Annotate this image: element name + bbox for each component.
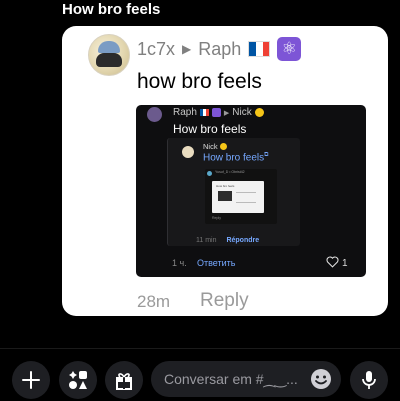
emoji-icon xyxy=(254,108,264,117)
nested-screenshot-inner: Yusuf_D • Obrist42 How bro feels Reply xyxy=(205,169,277,224)
heart-icon xyxy=(326,256,339,268)
reply-button[interactable]: Reply xyxy=(200,290,249,312)
inner-image-header: How bro feels xyxy=(216,184,235,188)
apps-icon xyxy=(69,371,87,389)
france-flag-icon xyxy=(199,109,209,116)
nested-footer: 11 min Répondre xyxy=(196,237,259,244)
voice-button[interactable] xyxy=(350,361,388,399)
nested-time: 11 min xyxy=(196,237,217,244)
add-button[interactable] xyxy=(12,361,50,399)
replied-to-name: Nick xyxy=(232,107,252,118)
nested-screenshot: Nick How bro feels⧉ Yusuf_D • Obrist42 H… xyxy=(167,138,300,246)
reaction-count: 1 xyxy=(342,258,348,269)
author-name: Raph xyxy=(173,107,197,118)
message-time: 28m xyxy=(137,292,171,311)
microphone-icon xyxy=(362,371,376,389)
france-flag-icon xyxy=(248,41,271,57)
avatar xyxy=(147,107,162,122)
page-title: How bro feels xyxy=(62,1,161,18)
avatar[interactable] xyxy=(88,34,130,76)
gift-button[interactable] xyxy=(105,361,143,399)
reply-arrow-icon: ▶ xyxy=(223,109,230,117)
author-name[interactable]: 1c7x xyxy=(137,39,175,60)
inner-header: Yusuf_D • Obrist42 xyxy=(215,170,245,174)
embedded-reply-label: Ответить xyxy=(197,258,236,268)
gift-icon xyxy=(116,373,132,390)
plus-icon xyxy=(22,371,40,389)
message-text: how bro feels xyxy=(137,70,262,93)
message-header: 1c7x ▶ Raph ⚛ xyxy=(137,37,302,61)
message-input[interactable]: Conversar em #⁔‿... xyxy=(151,361,341,397)
nested-reply-label: Répondre xyxy=(226,237,260,244)
embedded-screenshot[interactable]: Raph ▶ Nick How bro feels Nick How bro f… xyxy=(136,105,366,277)
nested-text: How bro feels⧉ xyxy=(203,152,269,164)
emoji-icon xyxy=(219,143,227,150)
embedded-time: 1 ч. xyxy=(172,258,187,268)
emoji-icon[interactable] xyxy=(310,368,332,390)
composer-bar: Conversar em #⁔‿... xyxy=(0,348,400,401)
replied-to-name[interactable]: Raph xyxy=(198,39,241,60)
message-input-placeholder: Conversar em #⁔‿... xyxy=(164,371,298,387)
inner-image: How bro feels xyxy=(212,181,264,213)
atom-icon: ⚛ xyxy=(277,37,302,61)
avatar xyxy=(207,171,212,176)
apps-button[interactable] xyxy=(59,361,97,399)
avatar xyxy=(182,146,194,158)
message-card: 1c7x ▶ Raph ⚛ how bro feels Raph ▶ Nick … xyxy=(62,26,388,316)
atom-icon xyxy=(211,108,221,117)
author-name: Nick xyxy=(203,142,218,151)
embedded-header: Raph ▶ Nick xyxy=(173,107,264,118)
embedded-text: How bro feels xyxy=(173,122,247,136)
nested-header: Nick xyxy=(203,142,227,151)
reply-arrow-icon: ▶ xyxy=(182,42,192,56)
inner-footer: Reply xyxy=(212,216,221,220)
